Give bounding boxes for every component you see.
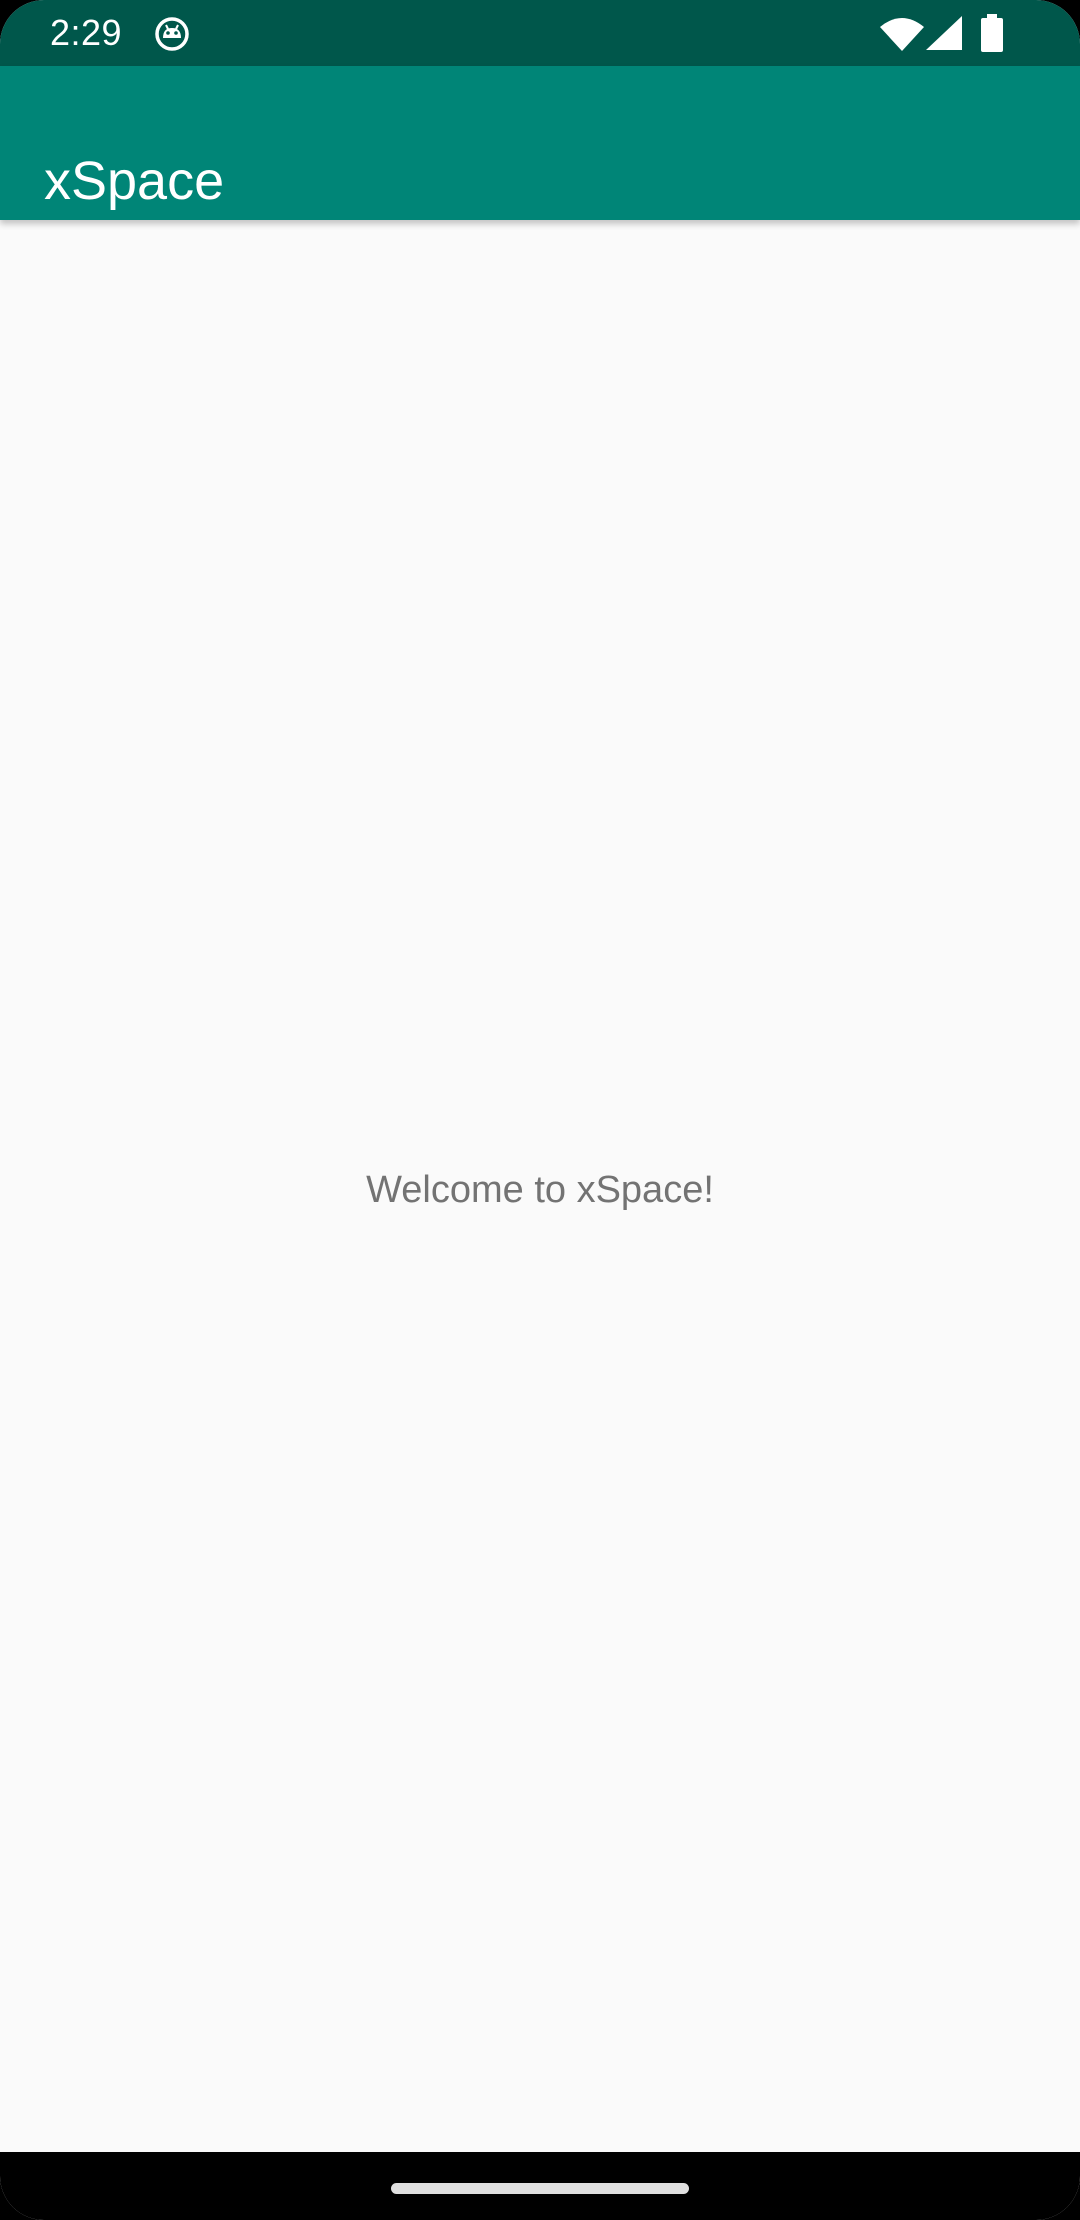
welcome-text: Welcome to xSpace!: [366, 1169, 714, 1211]
navigation-bar: [0, 2152, 1080, 2220]
status-time: 2:29: [50, 12, 123, 53]
home-handle-icon[interactable]: [391, 2183, 689, 2194]
cell-signal-icon: [926, 16, 962, 50]
android-debug-icon: [155, 17, 189, 51]
app-title: xSpace: [44, 151, 225, 212]
phone-screen: 2:29 xSpace Welcome to xSpace!: [0, 0, 1080, 2220]
app-bar: xSpace: [0, 66, 1080, 220]
wifi-icon: [880, 18, 924, 51]
status-bar: 2:29: [0, 0, 1080, 66]
main-content: Welcome to xSpace!: [0, 220, 1080, 2152]
battery-icon: [981, 14, 1003, 52]
